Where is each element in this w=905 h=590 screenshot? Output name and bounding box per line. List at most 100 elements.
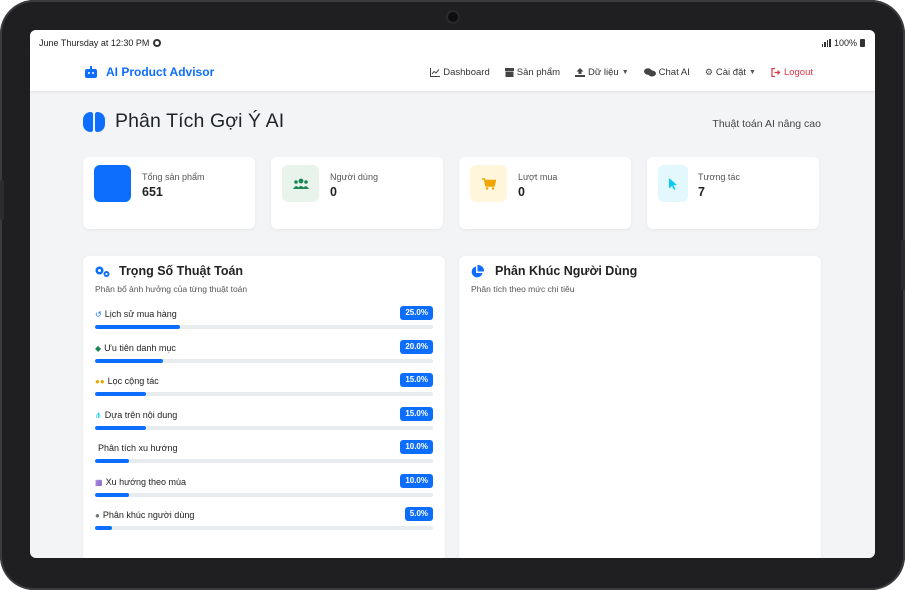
weight-badge: 10.0% [400,474,433,488]
navbar: AI Product Advisor Dashboard Sản phẩm Dữ… [30,54,875,92]
brain-icon [83,111,105,133]
weight-bar-track [95,426,433,430]
weight-row: ▦ Xu hướng theo mùa 10.0% [95,474,433,504]
brand-name: AI Product Advisor [106,65,215,79]
stat-value: 7 [698,185,705,199]
stat-value: 0 [330,185,337,199]
history-icon: ↺ [95,309,102,319]
nav-settings-label: Cài đặt [715,67,746,78]
cart-icon [470,165,507,202]
stat-label: Người dùng [330,172,378,182]
tablet-frame: June Thursday at 12:30 PM 100% AI Produc… [0,0,905,590]
status-bar: June Thursday at 12:30 PM 100% [30,30,875,54]
weight-label: Lọc cộng tác [107,376,159,386]
weight-bar-fill [95,493,129,497]
nav-dashboard-label: Dashboard [443,67,490,78]
weight-label: Phân tích xu hướng [98,443,178,453]
status-time: June Thursday at 12:30 PM [39,38,150,48]
upload-icon [575,68,586,77]
weight-row: ↺ Lịch sử mua hàng 25.0% [95,306,433,336]
people-icon: ●● [95,376,105,386]
weight-label: Lịch sử mua hàng [104,309,177,319]
weight-bar-fill [95,392,146,396]
user-segments-panel: Phân Khúc Người Dùng Phân tích theo mức … [459,256,821,558]
brand-link[interactable]: AI Product Advisor [84,65,214,79]
weight-row: ◆ Ưu tiên danh mục 20.0% [95,340,433,370]
weight-bar-fill [95,526,112,530]
screen: June Thursday at 12:30 PM 100% AI Produc… [30,30,875,558]
comments-icon [643,68,656,77]
stat-value: 651 [142,185,163,199]
weight-bar-fill [95,426,146,430]
side-button [0,180,4,220]
weight-bar-track [95,493,433,497]
weight-label: Phân khúc người dùng [102,510,195,520]
box-icon [94,165,131,202]
caret-down-icon: ▼ [749,69,756,76]
weight-bar-track [95,359,433,363]
cogs-icon [95,266,110,277]
weight-bar-track [95,392,433,396]
side-button [901,240,905,290]
stat-card-products: Tổng sản phẩm 651 [83,157,255,229]
notification-icon [153,39,162,47]
panel-subtitle: Phân bổ ảnh hưởng của từng thuật toán [95,284,248,294]
nav-products[interactable]: Sản phẩm [504,67,561,78]
gear-icon: ⚙ [704,67,713,77]
weight-bar-track [95,325,433,329]
sitemap-icon: ⋔ [95,410,102,420]
panel-title: Trọng Số Thuật Toán [119,264,244,278]
nav-logout[interactable]: Logout [771,67,813,78]
nav-data[interactable]: Dữ liệu ▼ [575,67,629,78]
weight-label: Xu hướng theo mùa [105,477,187,487]
stat-label: Tương tác [698,172,740,182]
caret-down-icon: ▼ [621,69,629,76]
stat-label: Lượt mua [518,172,558,182]
camera [448,12,458,22]
weight-bar-track [95,526,433,530]
weight-row: ●● Lọc cộng tác 15.0% [95,373,433,403]
nav-products-label: Sản phẩm [516,67,561,78]
nav-dashboard[interactable]: Dashboard [430,67,490,78]
nav-menu: Dashboard Sản phẩm Dữ liệu ▼ Chat AI ⚙ C… [430,67,813,78]
box-icon [504,68,514,77]
weight-bar-track [95,459,433,463]
weight-row: ● Phân khúc người dùng 5.0% [95,507,433,537]
nav-chat-label: Chat AI [658,67,690,78]
pointer-icon [658,165,688,202]
calendar-icon: ▦ [95,477,103,487]
stat-label: Tổng sản phẩm [142,172,205,182]
weight-badge: 20.0% [400,340,433,354]
weight-badge: 5.0% [404,507,433,521]
weight-badge: 25.0% [400,306,433,320]
weight-label: Ưu tiên danh mục [104,343,176,353]
page-title: Phân Tích Gợi Ý AI [115,110,285,132]
chart-line-icon [430,68,441,77]
tags-icon: ◆ [95,343,102,353]
pie-chart-icon [471,265,484,278]
battery-level: 100% [833,38,857,48]
stat-card-purchases: Lượt mua 0 [459,157,631,229]
weight-label: Dựa trên nội dung [104,410,178,420]
nav-settings[interactable]: ⚙ Cài đặt ▼ [705,67,756,78]
weight-row: ⋔ Dựa trên nội dung 15.0% [95,407,433,437]
algorithm-weights-panel: Trọng Số Thuật Toán Phân bổ ảnh hưởng củ… [83,256,445,558]
nav-data-label: Dữ liệu [588,67,619,78]
nav-chat[interactable]: Chat AI [643,67,690,78]
stat-value: 0 [518,185,525,199]
signal-icon [821,39,831,47]
stat-card-interactions: Tương tác 7 [647,157,819,229]
weight-bar-fill [95,359,163,363]
robot-icon [84,66,98,78]
users-icon [282,165,319,202]
page-subtitle: Thuật toán AI nâng cao [712,118,821,130]
weight-badge: 10.0% [400,440,433,454]
user-group-icon: ● [95,510,100,520]
sign-out-icon [771,68,781,77]
weight-bar-fill [95,325,180,329]
battery-icon [860,39,865,47]
page-header: Phân Tích Gợi Ý AI [83,110,284,133]
nav-logout-label: Logout [783,67,813,78]
panel-subtitle: Phân tích theo mức chi tiêu [471,284,575,294]
weight-badge: 15.0% [400,373,433,387]
